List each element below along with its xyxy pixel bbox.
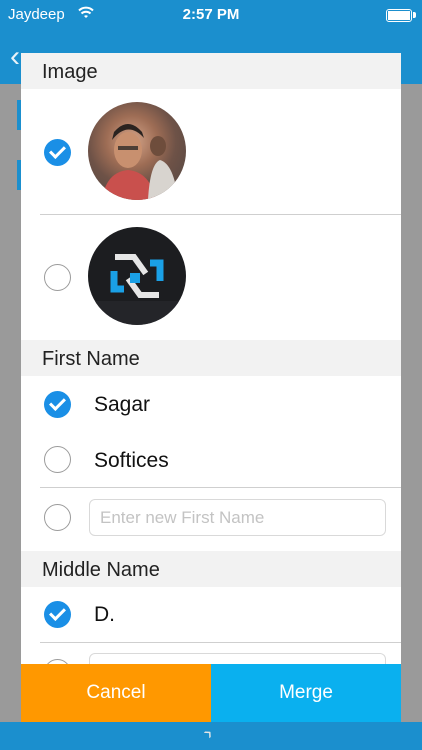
- merge-dialog: Image First Name Sagar Softices Enter ne…: [21, 53, 401, 722]
- section-header-first-name: First Name: [21, 340, 401, 376]
- image-option-2-radio[interactable]: [44, 264, 71, 291]
- clock: 2:57 PM: [182, 6, 240, 23]
- status-bar: Jaydeep 2:57 PM: [0, 0, 422, 30]
- first-name-option-1-label[interactable]: Sagar: [94, 393, 150, 417]
- section-header-middle-name: Middle Name: [21, 551, 401, 587]
- divider: [40, 642, 401, 643]
- image-option-1-radio-checked[interactable]: [44, 139, 71, 166]
- merge-button[interactable]: Merge: [211, 664, 401, 722]
- first-name-new-radio[interactable]: [44, 504, 71, 531]
- section-title: First Name: [42, 348, 140, 370]
- section-header-image: Image: [21, 53, 401, 89]
- section-title: Image: [42, 61, 98, 83]
- divider: [40, 487, 401, 488]
- back-chevron-icon[interactable]: ‹: [10, 40, 20, 74]
- new-first-name-input[interactable]: [89, 499, 386, 536]
- middle-name-option-1-label[interactable]: D.: [94, 603, 115, 627]
- cancel-button[interactable]: Cancel: [21, 664, 211, 722]
- first-name-option-2-radio[interactable]: [44, 446, 71, 473]
- divider: [40, 214, 401, 215]
- first-name-option-2-label[interactable]: Softices: [94, 449, 169, 473]
- profile-photo-avatar[interactable]: [88, 102, 186, 200]
- company-logo-avatar[interactable]: [88, 227, 186, 325]
- middle-name-option-1-radio-checked[interactable]: [44, 601, 71, 628]
- section-title: Middle Name: [42, 559, 160, 581]
- battery-icon: [386, 9, 412, 22]
- first-name-option-1-radio-checked[interactable]: [44, 391, 71, 418]
